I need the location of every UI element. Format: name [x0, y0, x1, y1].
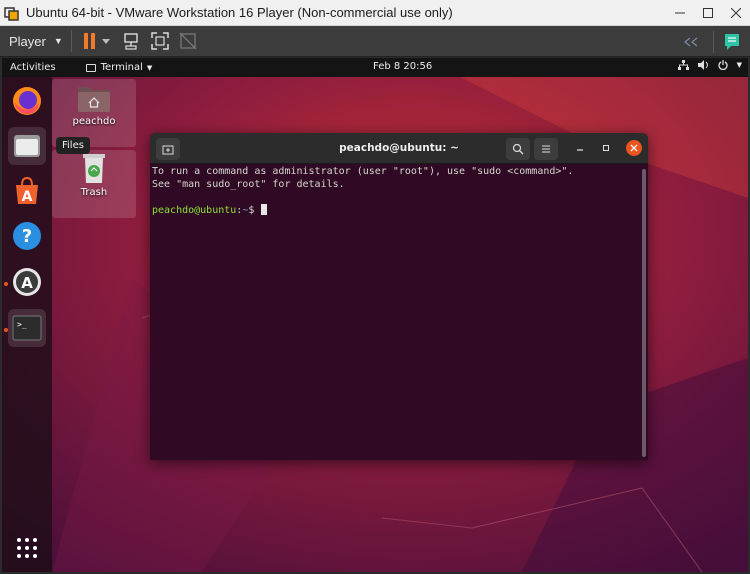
terminal-maximize-button[interactable]: [598, 140, 614, 156]
dock: A ? A >_: [2, 77, 52, 572]
dock-item-help[interactable]: ?: [8, 217, 46, 255]
app-menu-label: Terminal: [100, 62, 143, 73]
terminal-mini-icon: [85, 63, 96, 72]
svg-text:A: A: [22, 189, 33, 205]
files-icon: [14, 135, 40, 157]
fullscreen-icon: [151, 32, 169, 50]
show-applications-icon: [17, 538, 37, 558]
chevron-down-icon: ▼: [146, 63, 153, 72]
double-chevron-left-icon: [684, 37, 698, 46]
svg-text:A: A: [21, 274, 33, 292]
close-icon: [731, 8, 741, 18]
terminal-output[interactable]: To run a command as administrator (user …: [152, 166, 638, 460]
vmware-logo-icon: [4, 5, 20, 21]
chevron-down-icon: ▼: [736, 61, 742, 69]
fullscreen-button[interactable]: [148, 29, 172, 53]
activities-button[interactable]: Activities: [10, 62, 56, 73]
toolbar-divider: [70, 30, 72, 52]
dock-item-firefox[interactable]: [8, 82, 46, 120]
volume-icon: [697, 60, 708, 70]
svg-text:>_: >_: [17, 320, 27, 329]
gnome-top-bar: Activities Terminal ▼ Feb 8 20:56 ▼: [2, 58, 748, 77]
chevron-down-icon: ▼: [53, 36, 63, 46]
dock-item-files[interactable]: [8, 127, 46, 165]
minimize-icon: [577, 149, 583, 151]
unity-icon: [179, 32, 197, 50]
trash-icon: [83, 154, 105, 183]
dock-item-terminal[interactable]: >_: [8, 309, 46, 347]
minimize-button[interactable]: [666, 0, 694, 26]
vm-screen[interactable]: Activities Terminal ▼ Feb 8 20:56 ▼ A ? …: [2, 58, 748, 572]
svg-text:?: ?: [22, 226, 32, 247]
terminal-icon: >_: [12, 315, 42, 341]
app-menu-button[interactable]: Terminal ▼: [85, 62, 153, 73]
maximize-icon: [703, 8, 713, 18]
search-button[interactable]: [506, 138, 530, 160]
minimize-icon: [675, 12, 685, 14]
terminal-scrollbar[interactable]: [642, 169, 646, 457]
terminal-close-button[interactable]: [626, 140, 642, 156]
maximize-button[interactable]: [694, 0, 722, 26]
prompt-user: peachdo@ubuntu: [152, 204, 237, 216]
vm-title-bar: Ubuntu 64-bit - VMware Workstation 16 Pl…: [0, 0, 750, 26]
message-log-icon: [725, 33, 739, 50]
terminal-line: See "man sudo_root" for details.: [152, 178, 345, 190]
toolbar-divider: [713, 30, 714, 53]
help-icon: ?: [13, 222, 41, 250]
network-icon: [677, 60, 689, 70]
send-ctrl-alt-del-button[interactable]: [120, 29, 144, 53]
maximize-icon: [603, 145, 609, 151]
prompt-symbol: $: [248, 204, 261, 216]
show-applications-button[interactable]: [16, 537, 38, 563]
hamburger-menu-icon: [542, 145, 550, 153]
message-log-button[interactable]: [720, 30, 744, 54]
terminal-window[interactable]: peachdo@ubuntu: ~ To run a command as ad…: [150, 133, 648, 460]
dock-tooltip: Files: [56, 137, 90, 154]
terminal-prompt: peachdo@ubuntu:~$: [152, 203, 638, 218]
desktop-icon-label: peachdo: [72, 116, 116, 127]
close-icon: [630, 144, 638, 152]
dock-item-software[interactable]: A: [8, 172, 46, 210]
pause-icon: [83, 33, 110, 49]
close-button[interactable]: [722, 0, 750, 26]
software-center-icon: A: [16, 176, 38, 205]
desktop-icon-trash[interactable]: Trash: [52, 150, 136, 218]
menu-button[interactable]: [534, 138, 558, 160]
search-icon: [512, 143, 524, 155]
text-cursor: [261, 203, 268, 215]
player-menu-button[interactable]: Player ▼: [9, 34, 63, 49]
system-tray[interactable]: ▼: [677, 60, 742, 70]
unity-button[interactable]: [176, 29, 200, 53]
player-menu-label: Player: [9, 33, 46, 49]
dock-item-software-updater[interactable]: A: [8, 263, 46, 301]
collapse-toolbar-button[interactable]: [679, 30, 703, 54]
terminal-minimize-button[interactable]: [572, 140, 588, 156]
terminal-header-bar[interactable]: peachdo@ubuntu: ~: [150, 133, 648, 164]
send-ctrl-alt-del-icon: [124, 33, 138, 50]
pause-button[interactable]: [80, 29, 116, 53]
vm-toolbar: Player ▼: [0, 26, 750, 57]
window-title: Ubuntu 64-bit - VMware Workstation 16 Pl…: [26, 5, 453, 20]
desktop-icon-label: Trash: [80, 187, 108, 198]
software-updater-icon: A: [13, 268, 41, 296]
firefox-icon: [13, 87, 41, 115]
clock[interactable]: Feb 8 20:56: [373, 61, 432, 72]
power-icon: [718, 60, 728, 70]
terminal-line: To run a command as administrator (user …: [152, 166, 574, 177]
home-folder-icon: [78, 87, 110, 112]
